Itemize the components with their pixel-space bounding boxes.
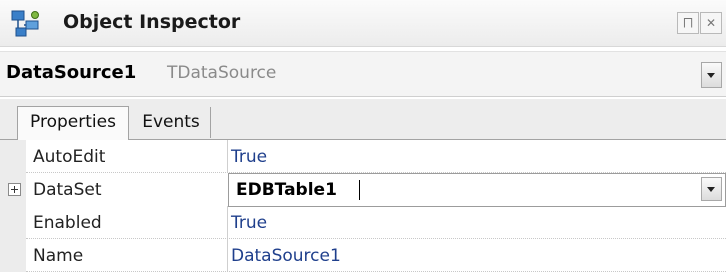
- text-caret: [359, 180, 360, 200]
- inspector-title-bar: Object Inspector ⨅ ✕: [0, 0, 726, 47]
- inspector-tabs: Properties Events: [0, 99, 726, 140]
- property-row-autoedit[interactable]: AutoEdit True: [0, 140, 726, 173]
- property-value[interactable]: True: [231, 140, 267, 173]
- property-value-input[interactable]: EDBTable1: [236, 173, 337, 206]
- tab-properties[interactable]: Properties: [17, 106, 129, 140]
- row-gutter: [0, 239, 26, 272]
- tab-events[interactable]: Events: [132, 107, 211, 138]
- property-name: DataSet: [33, 180, 102, 200]
- column-divider: [227, 239, 228, 272]
- property-name: Name: [33, 246, 84, 266]
- column-divider: [227, 206, 228, 239]
- property-name: Enabled: [33, 213, 102, 233]
- close-icon[interactable]: ✕: [700, 12, 722, 34]
- column-divider: [227, 140, 228, 173]
- expand-plus-icon[interactable]: [8, 183, 21, 196]
- property-row-dataset[interactable]: DataSet EDBTable1: [0, 173, 726, 207]
- property-row-name[interactable]: Name DataSource1: [0, 239, 726, 272]
- property-value[interactable]: True: [231, 206, 267, 239]
- component-type: TDataSource: [167, 63, 277, 83]
- component-selector[interactable]: DataSource1 TDataSource: [0, 51, 726, 97]
- property-value[interactable]: DataSource1: [231, 239, 341, 272]
- component-name: DataSource1: [6, 62, 137, 83]
- pin-icon[interactable]: ⨅: [677, 12, 699, 34]
- property-name: AutoEdit: [33, 147, 106, 167]
- property-row-enabled[interactable]: Enabled True: [0, 206, 726, 239]
- object-inspector-icon: [11, 10, 39, 37]
- row-gutter: [0, 206, 26, 239]
- chevron-down-icon[interactable]: [701, 62, 722, 88]
- row-gutter: [0, 140, 26, 173]
- window-title: Object Inspector: [63, 11, 241, 33]
- chevron-down-icon[interactable]: [701, 177, 722, 201]
- row-divider: [26, 271, 726, 272]
